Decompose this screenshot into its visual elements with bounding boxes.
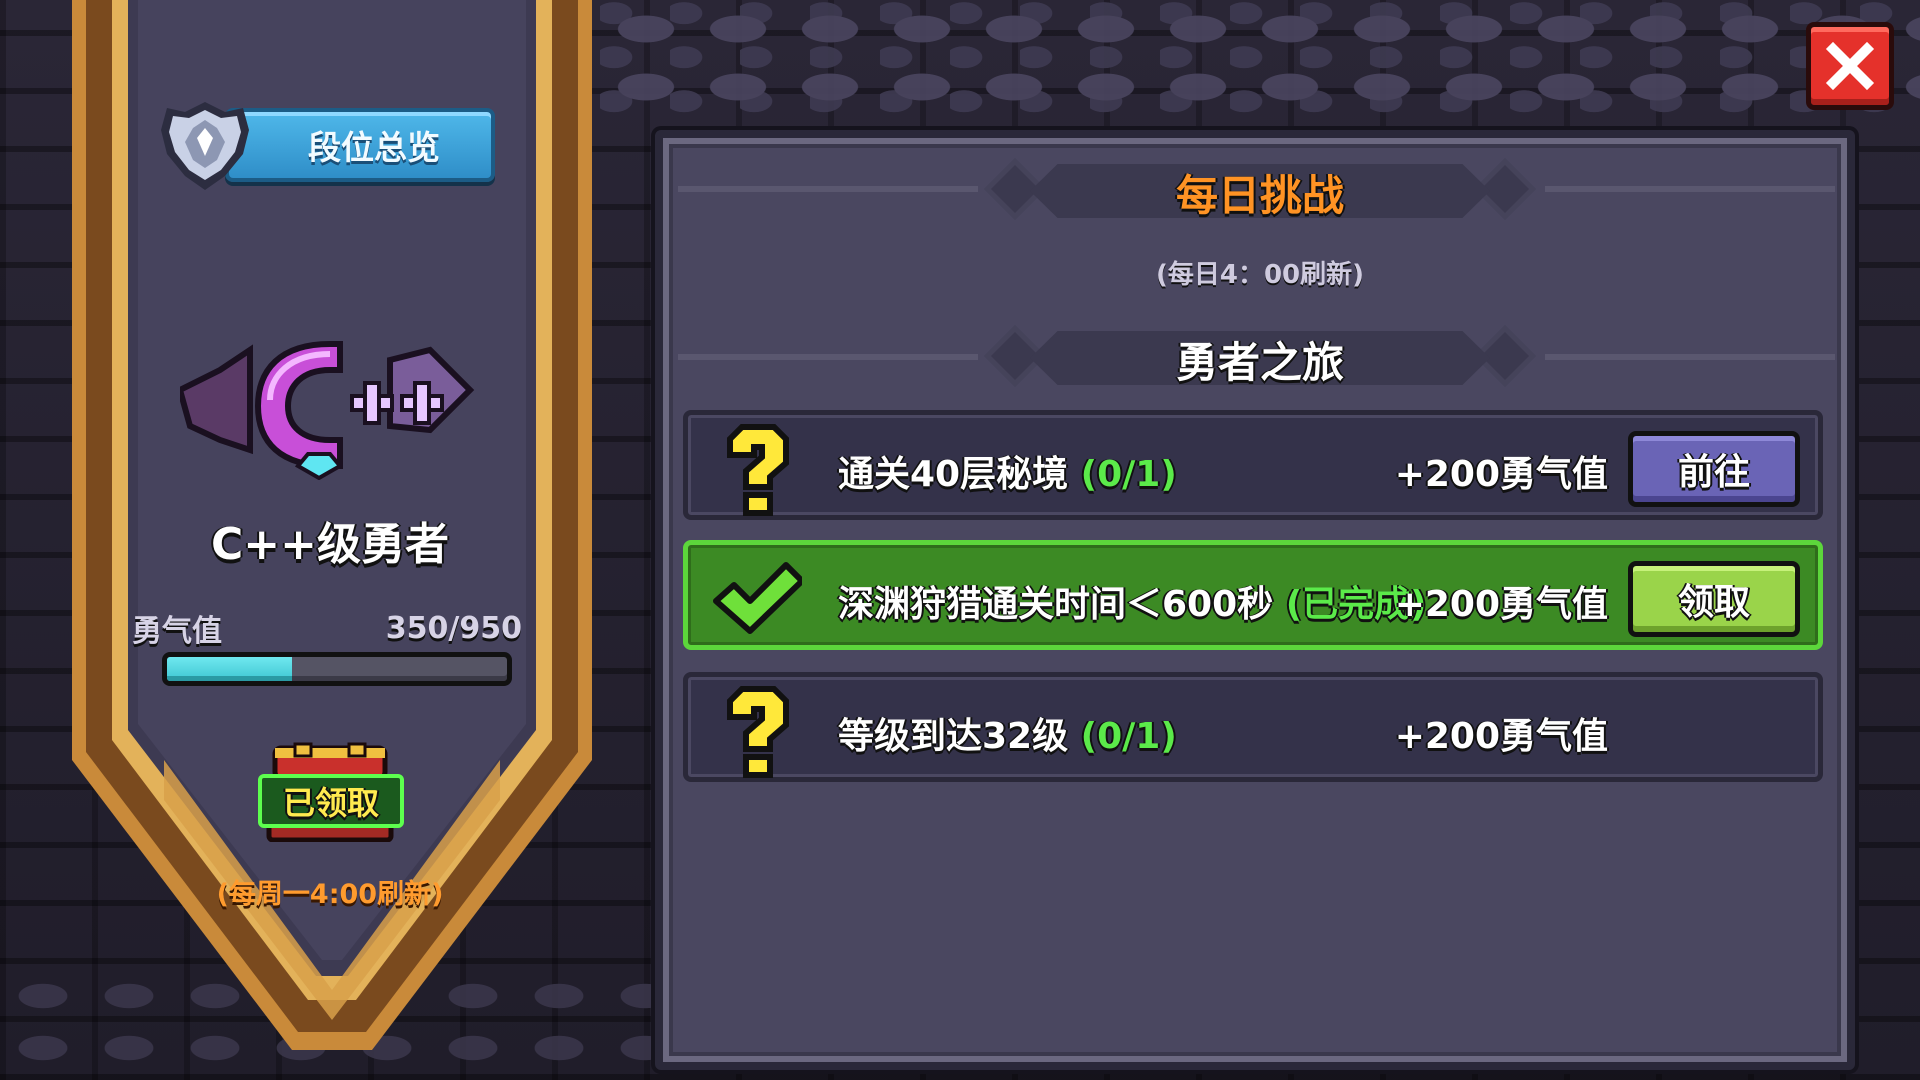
rank-badge-icon (161, 102, 249, 190)
rank-overview-label: 段位总览 (225, 108, 495, 182)
task-description: 深渊狩猎通关时间＜600秒 (已完成) (838, 584, 1427, 625)
courage-label: 勇气值 (132, 614, 222, 649)
courage-value: 350/950 (385, 610, 522, 646)
header-divider-left (678, 186, 978, 192)
task-row: 等级到达32级 (0/1) +200勇气值 (683, 672, 1823, 782)
task-reward: +200勇气值 (1394, 454, 1608, 495)
close-button[interactable] (1806, 22, 1894, 110)
header-divider-right (1545, 186, 1835, 192)
task-reward: +200勇气值 (1394, 716, 1608, 757)
header-divider-right (1545, 354, 1835, 360)
cpp-rank-emblem (180, 341, 475, 480)
hero-journey-title: 勇者之旅 (1175, 338, 1344, 387)
daily-challenge-header: 每日挑战 (990, 158, 1530, 222)
question-mark-icon (727, 686, 789, 778)
task-row: 通关40层秘境 (0/1) +200勇气值 前往 (683, 410, 1823, 520)
hero-journey-header: 勇者之旅 (990, 325, 1530, 389)
daily-refresh-note: (每日4：00刷新) (1155, 260, 1365, 290)
header-divider-left (678, 354, 978, 360)
task-status: (0/1) (1080, 716, 1177, 757)
daily-challenge-title: 每日挑战 (1175, 171, 1344, 220)
task-reward: +200勇气值 (1394, 584, 1608, 625)
chest-claimed-label: 已领取 (258, 774, 404, 828)
rank-overview-button[interactable]: 段位总览 (155, 98, 500, 190)
question-mark-icon (727, 424, 789, 516)
task-description: 等级到达32级 (0/1) (838, 716, 1177, 757)
go-button[interactable]: 前往 (1628, 431, 1800, 507)
courage-progress-fill (167, 657, 293, 681)
stone-wall-decoration (600, 0, 1920, 120)
claim-button[interactable]: 领取 (1628, 561, 1800, 637)
close-icon (1825, 41, 1875, 91)
weekly-refresh-note: (每周一4:00刷新) (216, 879, 444, 910)
checkmark-icon (713, 562, 802, 634)
courage-row: 勇气值 350/950 (132, 608, 522, 650)
courage-progress-bar (162, 652, 512, 686)
rank-title: C++级勇者 (210, 519, 450, 570)
task-row: 深渊狩猎通关时间＜600秒 (已完成) +200勇气值 领取 (683, 540, 1823, 650)
task-description: 通关40层秘境 (0/1) (838, 454, 1177, 495)
task-status: (0/1) (1080, 454, 1177, 495)
